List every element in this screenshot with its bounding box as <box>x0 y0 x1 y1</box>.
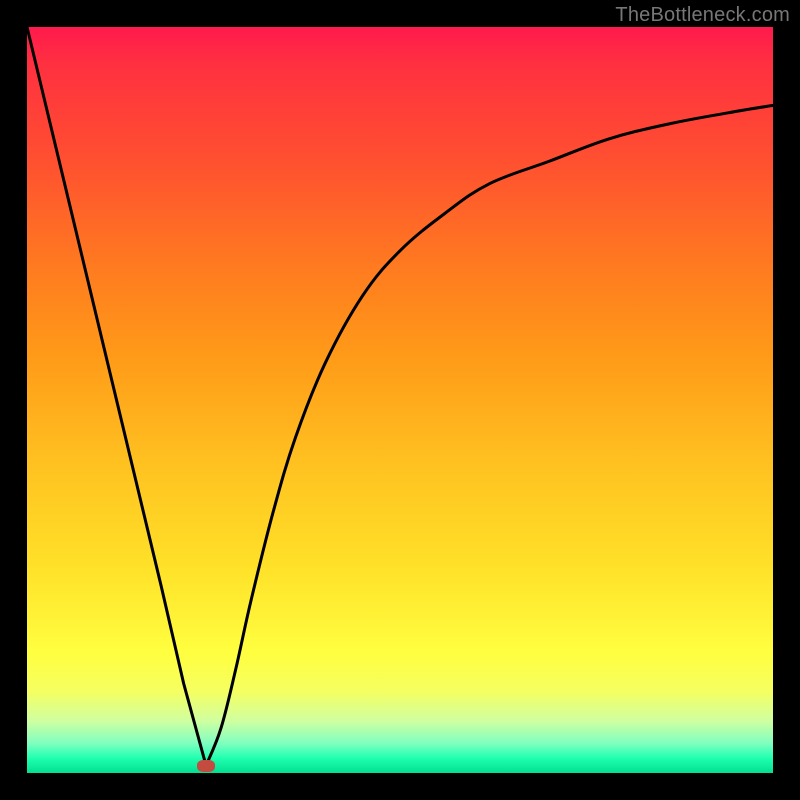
watermark-text: TheBottleneck.com <box>615 4 790 27</box>
bottleneck-curve <box>27 27 773 773</box>
optimal-marker <box>197 760 215 772</box>
plot-area <box>27 27 773 773</box>
chart-frame: TheBottleneck.com <box>0 0 800 800</box>
curve-right-branch <box>206 105 773 765</box>
curve-left-branch <box>27 27 206 766</box>
